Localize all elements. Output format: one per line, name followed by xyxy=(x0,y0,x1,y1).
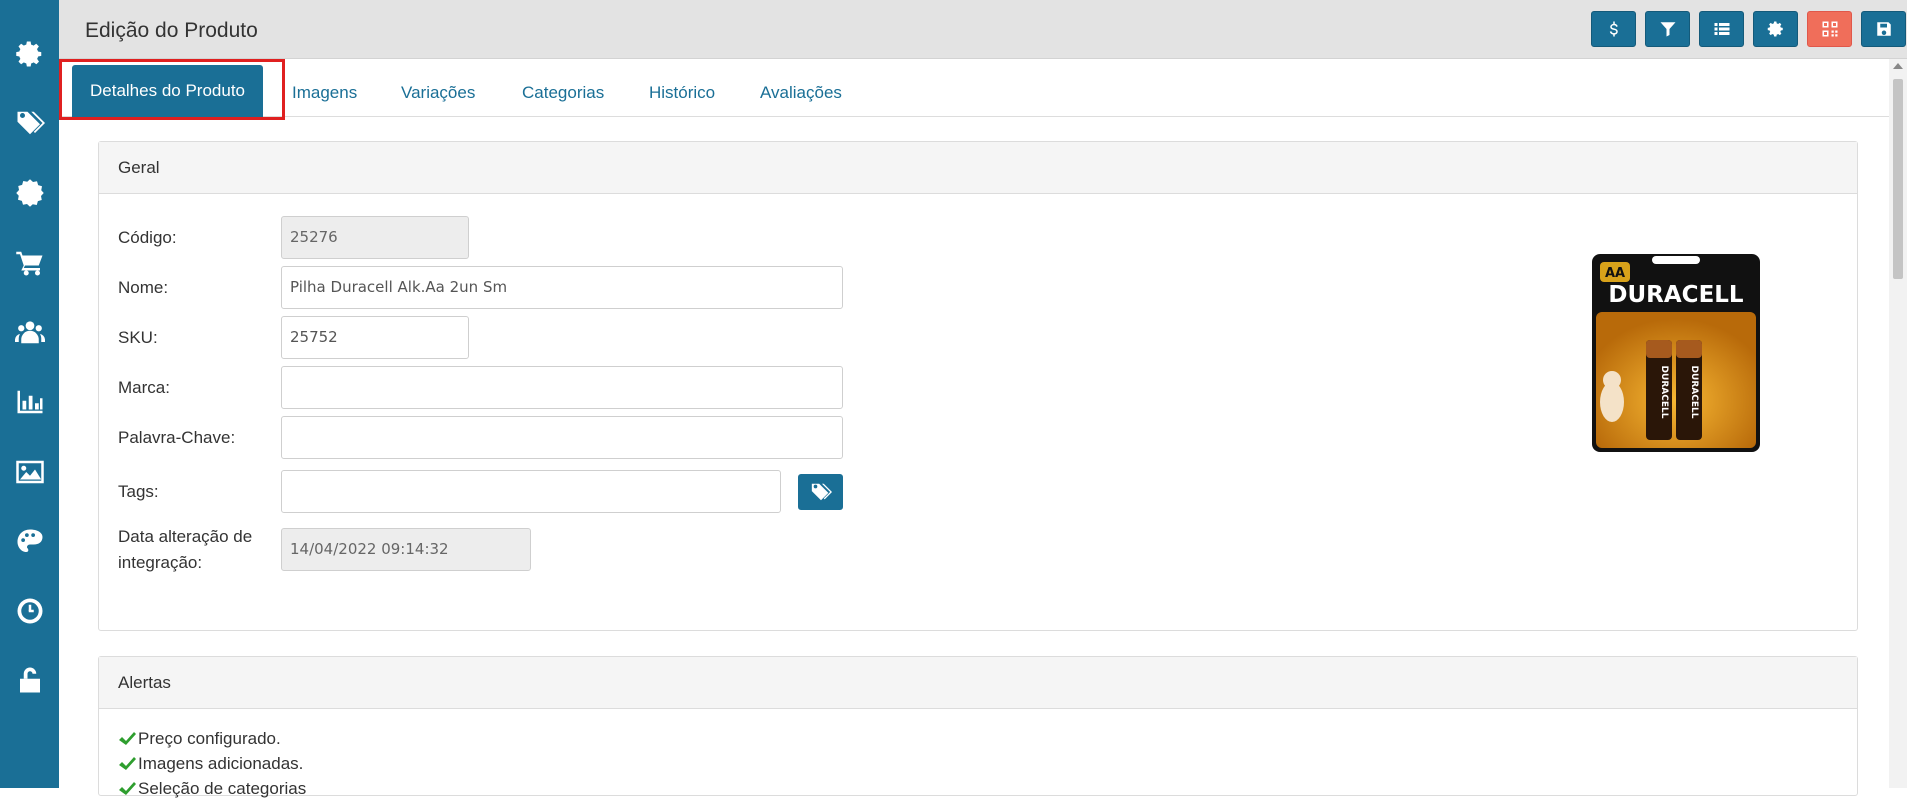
data-alteracao-field: 14/04/2022 09:14:32 xyxy=(281,528,531,571)
tab-imagens[interactable]: Imagens xyxy=(292,69,357,117)
brand-text: DURACELL xyxy=(1608,282,1744,308)
gear-icon xyxy=(1767,21,1783,37)
sku-field[interactable]: 25752 xyxy=(281,316,469,359)
check-icon xyxy=(119,732,136,745)
codigo-label: Código: xyxy=(118,228,177,247)
marca-field[interactable] xyxy=(281,366,843,409)
tags-icon xyxy=(811,483,832,501)
sidebar xyxy=(0,0,59,788)
product-image: AA DURACELL DURACELL DURACELL xyxy=(1592,254,1760,452)
tab-historico[interactable]: Histórico xyxy=(649,69,715,117)
save-button[interactable] xyxy=(1861,11,1906,47)
dollar-icon xyxy=(1609,21,1618,37)
clock-icon[interactable] xyxy=(0,591,59,631)
page-title: Edição do Produto xyxy=(85,19,258,42)
alertas-panel-title: Alertas xyxy=(99,657,1857,709)
alert-imagens: Imagens adicionadas. xyxy=(118,754,303,774)
sku-label: SKU: xyxy=(118,328,158,347)
tags-label: Tags: xyxy=(118,482,159,501)
tab-avaliacoes[interactable]: Avaliações xyxy=(760,69,842,117)
check-icon xyxy=(119,757,136,770)
list-button[interactable] xyxy=(1699,11,1744,47)
top-bar: Edição do Produto xyxy=(59,0,1907,59)
battery-size-text: AA xyxy=(1605,266,1625,281)
filter-icon xyxy=(1660,22,1675,37)
data-alteracao-label: Data alteração de integração: xyxy=(118,524,252,576)
marca-label: Marca: xyxy=(118,378,170,397)
scrollbar[interactable] xyxy=(1889,59,1907,788)
palavra-chave-field[interactable] xyxy=(281,416,843,459)
codigo-field: 25276 xyxy=(281,216,469,259)
unlock-icon[interactable] xyxy=(0,660,59,700)
alert-categorias: Seleção de categorias xyxy=(118,779,306,799)
palette-icon[interactable] xyxy=(0,522,59,562)
add-tags-button[interactable] xyxy=(798,474,843,510)
qrcode-icon xyxy=(1822,21,1837,37)
tags-icon[interactable] xyxy=(0,103,59,143)
alert-imagens-text: Imagens adicionadas. xyxy=(138,754,304,773)
settings-button[interactable] xyxy=(1753,11,1798,47)
chart-icon[interactable] xyxy=(0,382,59,422)
data-alteracao-label-line1: Data alteração de xyxy=(118,527,253,546)
alert-categorias-text: Seleção de categorias xyxy=(138,779,307,798)
qrcode-button[interactable] xyxy=(1807,11,1852,47)
tab-variacoes[interactable]: Variações xyxy=(401,69,475,117)
active-tab-highlight xyxy=(59,59,285,120)
scroll-thumb[interactable] xyxy=(1893,79,1903,279)
tab-categorias[interactable]: Categorias xyxy=(522,69,604,117)
gear-icon[interactable] xyxy=(0,34,59,74)
save-icon xyxy=(1876,22,1891,36)
badge-icon[interactable] xyxy=(0,173,59,213)
alert-preco-text: Preço configurado. xyxy=(138,729,281,748)
alert-preco: Preço configurado. xyxy=(118,729,281,749)
filter-button[interactable] xyxy=(1645,11,1690,47)
scroll-up-arrow[interactable] xyxy=(1893,63,1903,69)
image-icon[interactable] xyxy=(0,452,59,492)
nome-label: Nome: xyxy=(118,278,169,297)
tab-bar: Detalhes do Produto Imagens Variações Ca… xyxy=(59,59,1889,117)
price-button[interactable] xyxy=(1591,11,1636,47)
nome-field[interactable]: Pilha Duracell Alk.Aa 2un Sm xyxy=(281,266,843,309)
list-icon xyxy=(1714,23,1729,35)
geral-panel-title: Geral xyxy=(99,142,1857,194)
battery-label-right: DURACELL xyxy=(1689,366,1699,419)
palavra-chave-label: Palavra-Chave: xyxy=(118,428,236,447)
tags-field[interactable] xyxy=(281,470,781,513)
battery-label-left: DURACELL xyxy=(1659,366,1669,419)
users-icon[interactable] xyxy=(0,312,59,352)
alertas-panel: Alertas xyxy=(98,656,1858,796)
data-alteracao-label-line2: integração: xyxy=(118,553,203,572)
check-icon xyxy=(119,782,136,795)
cart-icon[interactable] xyxy=(0,243,59,283)
